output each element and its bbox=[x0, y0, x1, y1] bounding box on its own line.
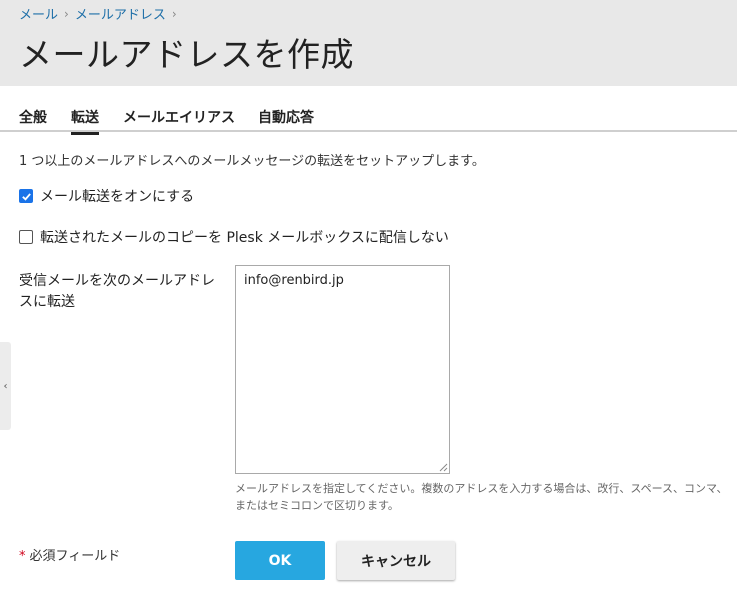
forward-to-textarea[interactable]: info@renbird.jp bbox=[235, 265, 450, 474]
no-copy-toggle-row[interactable]: 転送されたメールのコピーを Plesk メールボックスに配信しない bbox=[19, 227, 449, 247]
breadcrumb-link-mail[interactable]: メール bbox=[19, 4, 58, 23]
breadcrumb-link-email-addresses[interactable]: メールアドレス bbox=[75, 4, 166, 23]
tab-mail-aliases[interactable]: メールエイリアス bbox=[123, 107, 235, 132]
required-fields-text: 必須フィールド bbox=[29, 549, 121, 564]
page-header: メール › メールアドレス › メールアドレスを作成 bbox=[0, 0, 737, 86]
no-copy-checkbox-label[interactable]: 転送されたメールのコピーを Plesk メールボックスに配信しない bbox=[40, 227, 449, 247]
form-description: 1 つ以上のメールアドレスへのメールメッセージの転送をセットアップします。 bbox=[19, 154, 485, 169]
cancel-button[interactable]: キャンセル bbox=[337, 541, 455, 580]
tab-auto-reply[interactable]: 自動応答 bbox=[258, 107, 314, 132]
tab-bar: 全般 転送 メールエイリアス 自動応答 bbox=[0, 104, 737, 135]
forwarding-toggle-row[interactable]: メール転送をオンにする bbox=[19, 186, 194, 206]
ok-button[interactable]: OK bbox=[235, 541, 325, 580]
required-fields-note: * 必須フィールド bbox=[19, 545, 120, 564]
tab-general[interactable]: 全般 bbox=[19, 107, 47, 132]
resize-grip-icon[interactable] bbox=[438, 462, 448, 472]
no-copy-checkbox[interactable] bbox=[19, 230, 33, 244]
sidebar-collapse-toggle[interactable]: ‹ bbox=[0, 342, 11, 430]
breadcrumb-separator: › bbox=[64, 6, 69, 21]
chevron-left-icon: ‹ bbox=[3, 380, 8, 392]
forward-to-hint: メールアドレスを指定してください。複数のアドレスを入力する場合は、改行、スペース… bbox=[235, 482, 728, 512]
forwarding-checkbox-label[interactable]: メール転送をオンにする bbox=[40, 186, 194, 206]
page-title: メールアドレスを作成 bbox=[19, 35, 354, 74]
checkmark-icon bbox=[21, 192, 31, 201]
forward-to-label: 受信メールを次のメールアドレスに転送 bbox=[19, 273, 215, 310]
breadcrumb: メール › メールアドレス › bbox=[19, 4, 177, 24]
forwarding-checkbox[interactable] bbox=[19, 189, 33, 203]
breadcrumb-separator: › bbox=[171, 6, 177, 21]
required-star: * bbox=[19, 549, 26, 564]
tab-forwarding[interactable]: 転送 bbox=[71, 107, 99, 135]
